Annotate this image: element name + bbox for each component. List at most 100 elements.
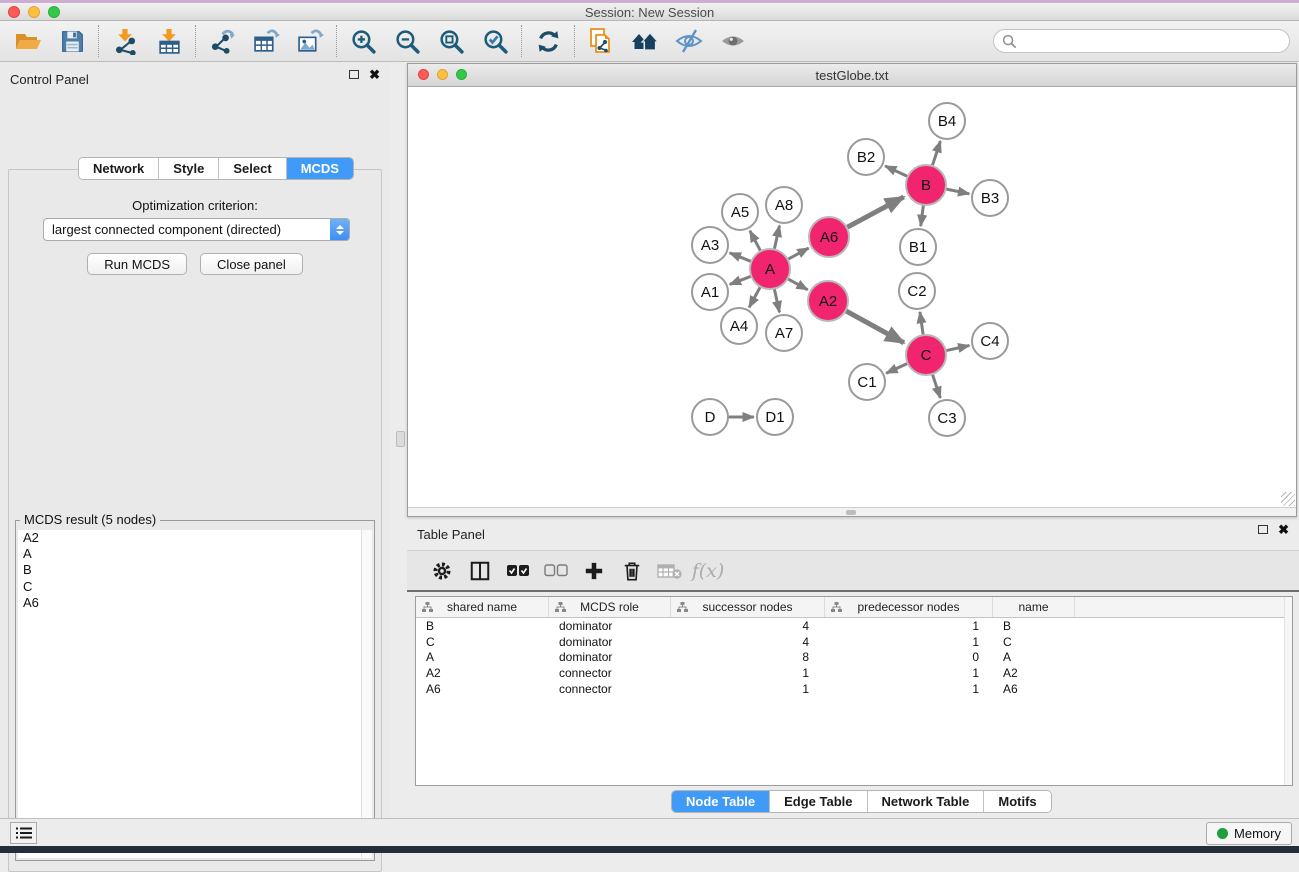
table-toolbar: f(x) (407, 550, 1299, 592)
task-history-button[interactable] (10, 822, 37, 844)
float-table-panel-icon[interactable] (1258, 525, 1268, 534)
export-network-icon[interactable] (200, 23, 244, 59)
table-panel-title: Table Panel (417, 527, 485, 542)
edge-A-A8[interactable] (774, 226, 779, 251)
hscroll-thumb[interactable] (846, 510, 856, 515)
delete-column-icon[interactable] (613, 554, 651, 588)
edge-A-A6[interactable] (787, 248, 809, 260)
edge-B-B4[interactable] (932, 141, 940, 167)
network-canvas[interactable]: B4B2BB3A8A5A6A3B1AC2A1A2A4A7C4CC1C3DD1 (408, 87, 1296, 507)
edge-B-B1[interactable] (921, 204, 924, 226)
hide-selected-icon[interactable] (667, 23, 711, 59)
zoom-selected-icon[interactable] (473, 23, 517, 59)
network-view-window: testGlobe.txt B4B2BB3A8A5A6A3B1AC2A1A2A4… (407, 63, 1297, 517)
edge-A-A1[interactable] (730, 276, 753, 285)
network-window-titlebar[interactable]: testGlobe.txt (408, 64, 1296, 87)
result-scrollbar[interactable] (361, 530, 372, 858)
column-header[interactable]: shared name (416, 597, 549, 617)
toolbar-separator (98, 25, 99, 57)
import-table-icon[interactable] (147, 23, 191, 59)
result-item[interactable]: C (18, 579, 372, 595)
table-row[interactable]: A2connector11A2 (416, 665, 1292, 681)
tab-edge-table[interactable]: Edge Table (770, 791, 867, 812)
edge-A-A2[interactable] (787, 278, 808, 290)
unselect-all-columns-icon[interactable] (537, 554, 575, 588)
node-label-B1: B1 (909, 239, 927, 256)
optimization-criterion-dropdown[interactable]: largest connected component (directed) (43, 218, 350, 241)
zoom-in-icon[interactable] (341, 23, 385, 59)
search-box (993, 29, 1290, 53)
node-table[interactable]: shared nameMCDS rolesuccessor nodesprede… (415, 596, 1293, 786)
column-header[interactable]: name (993, 597, 1075, 617)
edge-A-A5[interactable] (750, 231, 761, 252)
float-panel-icon[interactable] (349, 70, 359, 79)
mcds-result-list[interactable]: A2ABCA6 (18, 530, 372, 858)
edge-A-A7[interactable] (774, 288, 779, 313)
close-panel-icon[interactable]: ✖ (369, 70, 380, 79)
result-item[interactable]: A (18, 546, 372, 562)
search-input[interactable] (1017, 34, 1289, 49)
zoom-fit-icon[interactable] (429, 23, 473, 59)
open-session-icon[interactable] (6, 23, 50, 59)
table-row[interactable]: A6connector11A6 (416, 681, 1292, 697)
edge-B-B3[interactable] (945, 189, 970, 194)
result-item[interactable]: A6 (18, 595, 372, 611)
edge-C-C4[interactable] (945, 346, 970, 351)
table-settings-gear-icon[interactable] (423, 554, 461, 588)
edge-A-A4[interactable] (749, 286, 761, 308)
zoom-out-icon[interactable] (385, 23, 429, 59)
node-label-A3: A3 (701, 237, 719, 254)
tab-node-table[interactable]: Node Table (672, 791, 770, 812)
toolbar-separator (521, 25, 522, 57)
tab-motifs[interactable]: Motifs (984, 791, 1050, 812)
list-icon (16, 827, 32, 840)
create-column-icon[interactable] (575, 554, 613, 588)
run-mcds-button[interactable]: Run MCDS (87, 253, 187, 275)
table-row[interactable]: Bdominator41B (416, 618, 1292, 634)
tab-network[interactable]: Network (79, 158, 159, 179)
node-label-B3: B3 (981, 190, 999, 207)
column-header[interactable]: MCDS role (549, 597, 671, 617)
refresh-icon[interactable] (526, 23, 570, 59)
tab-select[interactable]: Select (219, 158, 286, 179)
save-session-icon[interactable] (50, 23, 94, 59)
show-all-icon[interactable] (711, 23, 755, 59)
close-table-panel-icon[interactable]: ✖ (1278, 525, 1289, 534)
edge-C-C2[interactable] (920, 312, 923, 336)
delete-table-icon[interactable] (651, 554, 689, 588)
edge-A6-B[interactable] (846, 197, 904, 228)
export-table-icon[interactable] (244, 23, 288, 59)
import-network-icon[interactable] (103, 23, 147, 59)
node-label-A2: A2 (819, 293, 837, 310)
splitter-handle[interactable] (396, 431, 405, 447)
tab-network-table[interactable]: Network Table (868, 791, 985, 812)
result-item[interactable]: B (18, 562, 372, 578)
table-scrollbar[interactable] (1284, 597, 1292, 785)
close-panel-button[interactable]: Close panel (200, 253, 303, 275)
node-label-C2: C2 (907, 283, 926, 300)
select-all-columns-icon[interactable] (499, 554, 537, 588)
desktop-edge (0, 846, 1299, 853)
network-hscrollbar[interactable] (408, 507, 1296, 516)
edge-A2-C[interactable] (845, 310, 904, 343)
first-neighbors-icon[interactable] (623, 23, 667, 59)
edge-C-C1[interactable] (886, 363, 908, 373)
node-label-A6: A6 (820, 229, 838, 246)
result-item[interactable]: A2 (18, 530, 372, 546)
column-header[interactable]: predecessor nodes (825, 597, 993, 617)
export-image-icon[interactable] (288, 23, 332, 59)
edge-A-A3[interactable] (730, 253, 753, 262)
table-row[interactable]: Adominator80A (416, 650, 1292, 666)
tab-style[interactable]: Style (159, 158, 219, 179)
memory-button[interactable]: Memory (1206, 822, 1292, 845)
edge-C-C3[interactable] (932, 373, 940, 398)
show-columns-icon[interactable] (461, 554, 499, 588)
resize-grip[interactable] (1281, 492, 1295, 506)
tab-mcds[interactable]: MCDS (287, 158, 353, 179)
column-header[interactable]: successor nodes (671, 597, 825, 617)
edge-B-B2[interactable] (885, 166, 909, 177)
table-row[interactable]: Cdominator41C (416, 634, 1292, 650)
table-panel: Table Panel ✖ (407, 520, 1299, 818)
duplicate-network-icon[interactable] (579, 23, 623, 59)
node-label-C4: C4 (980, 333, 999, 350)
